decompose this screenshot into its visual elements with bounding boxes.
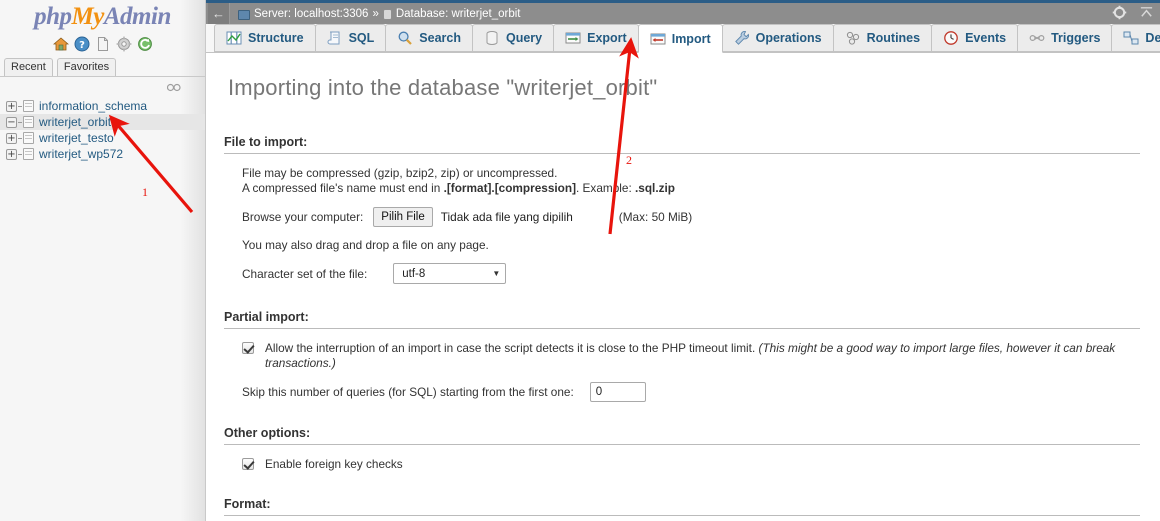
- phpmyadmin-window: phpMyAdmin ? Recent Favorites + informat…: [0, 0, 1160, 521]
- annotation-layer-sidebar: 1: [108, 114, 194, 214]
- annotation-label-1: 1: [142, 185, 148, 199]
- annotation-arrow-1: [108, 114, 194, 214]
